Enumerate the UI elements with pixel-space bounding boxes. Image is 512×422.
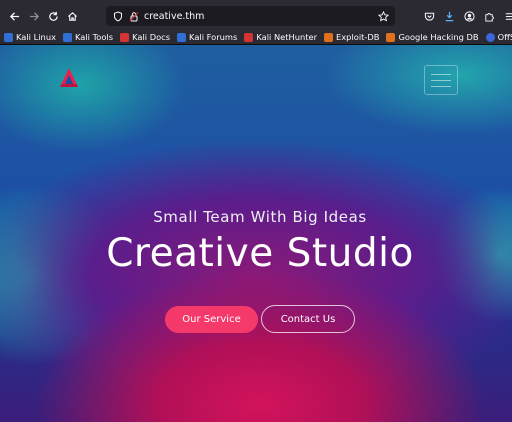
reload-button[interactable] [43, 6, 63, 26]
bookmark-label: OffSec [497, 32, 512, 43]
downloads-button[interactable] [440, 6, 458, 26]
account-button[interactable] [460, 6, 478, 26]
reload-icon [48, 11, 58, 21]
forward-button[interactable] [24, 6, 44, 26]
shield-icon[interactable] [112, 10, 124, 22]
contact-us-button[interactable]: Contact Us [261, 305, 355, 333]
bookmark-offsec[interactable]: OffSec [485, 32, 512, 43]
url-text[interactable]: creative.thm [144, 11, 204, 22]
home-button[interactable] [62, 6, 82, 26]
offsec-icon [485, 33, 495, 42]
home-icon [67, 11, 77, 21]
download-icon [445, 11, 453, 21]
bookmark-label: Kali Docs [132, 32, 171, 43]
bookmark-label: Kali Linux [16, 32, 56, 43]
menu-toggle-button[interactable] [424, 65, 458, 95]
nethunter-icon [244, 33, 254, 42]
insecure-lock-icon[interactable] [128, 10, 140, 22]
hero-section: Small Team With Big Ideas Creative Studi… [0, 45, 512, 422]
bookmark-kali-nethunter[interactable]: Kali NetHunter [244, 33, 317, 42]
app-menu-button[interactable] [500, 6, 512, 26]
bookmark-kali-docs[interactable]: Kali Docs [120, 33, 170, 42]
arrow-right-icon [29, 11, 39, 21]
bookmark-exploit-db[interactable]: Exploit-DB [324, 33, 379, 42]
account-icon [463, 10, 475, 22]
ghdb-icon [386, 33, 396, 42]
back-button[interactable] [4, 6, 24, 26]
arrow-left-icon [9, 11, 19, 21]
extensions-icon [484, 12, 494, 22]
browser-toolbar: creative.thm [0, 0, 512, 31]
url-bar[interactable]: creative.thm [106, 6, 395, 26]
kali-dragon-icon [4, 33, 13, 42]
bookmark-label: Google Hacking DB [398, 32, 479, 43]
hero-subtitle: Small Team With Big Ideas [153, 208, 367, 226]
kali-forums-icon [177, 33, 187, 42]
extensions-button[interactable] [480, 6, 498, 26]
exploit-db-icon [324, 33, 334, 42]
brand-logo-icon[interactable] [59, 67, 79, 89]
kali-docs-icon [120, 33, 130, 42]
menu-icon [505, 12, 512, 20]
bookmarks-bar: Kali Linux Kali Tools Kali Docs Kali For… [0, 31, 512, 45]
bookmark-label: Kali NetHunter [256, 32, 318, 43]
bookmark-kali-forums[interactable]: Kali Forums [177, 33, 237, 42]
hero-title: Creative Studio [106, 231, 414, 276]
pocket-icon [424, 12, 434, 21]
bookmark-star-icon[interactable] [377, 10, 389, 22]
bookmark-label: Kali Forums [189, 32, 238, 43]
bookmark-label: Kali Tools [74, 32, 114, 43]
our-service-button[interactable]: Our Service [165, 306, 258, 333]
kali-tools-icon [62, 33, 72, 42]
hamburger-icon [431, 73, 451, 75]
pocket-button[interactable] [420, 6, 438, 26]
bookmark-kali-tools[interactable]: Kali Tools [62, 32, 114, 43]
bookmark-google-hacking-db[interactable]: Google Hacking DB [386, 32, 479, 43]
bookmark-label: Exploit-DB [336, 32, 380, 43]
bookmark-kali-linux[interactable]: Kali Linux [4, 33, 56, 42]
